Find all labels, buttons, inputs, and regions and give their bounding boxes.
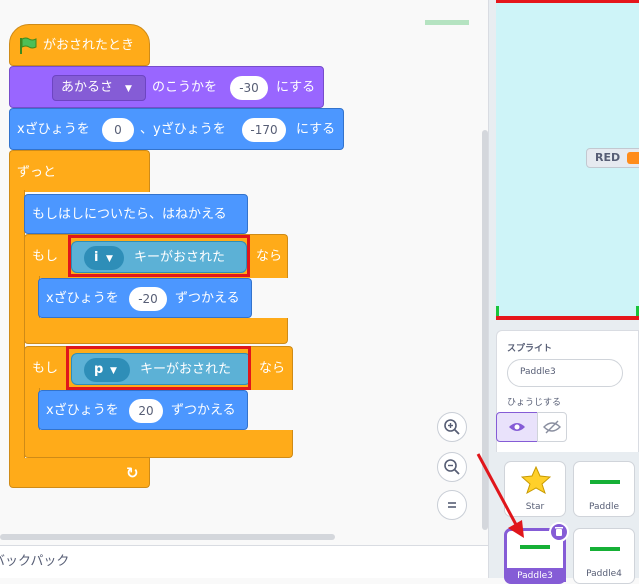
bounce-on-edge-block[interactable]: もしはしについたら、はねかえる	[24, 194, 248, 234]
eye-icon	[509, 423, 525, 431]
goto-y-input[interactable]: -170	[242, 118, 286, 142]
equals-icon	[448, 502, 456, 508]
forever-arm	[9, 190, 25, 460]
loop-arrow-icon: ↻	[126, 464, 139, 482]
change-x-block-2[interactable]: xざひょうを 20 ずつかえる	[38, 390, 248, 430]
delete-sprite-button[interactable]	[549, 522, 569, 542]
sprite-card-paddle[interactable]: Paddle	[573, 461, 635, 517]
effect-dropdown[interactable]: あかるさ ▼	[52, 75, 146, 101]
forever-foot: ↻	[9, 458, 150, 488]
paddle-costume-icon	[590, 547, 620, 551]
if2-then-label: なら	[259, 361, 286, 376]
if1-then-label: なら	[256, 249, 283, 264]
paddle-costume-icon	[520, 545, 550, 549]
effect-value-input[interactable]: -30	[230, 76, 268, 100]
sprite-name-paddle3: Paddle3	[517, 571, 553, 581]
eye-off-icon	[543, 420, 561, 434]
if1-label: もし	[32, 249, 59, 264]
change-x-input-2[interactable]: 20	[129, 399, 163, 423]
forever-label: ずっと	[17, 165, 57, 180]
zoom-out-icon	[444, 459, 460, 475]
goto-suffix-label: にする	[296, 122, 336, 137]
drag-indicator	[425, 20, 469, 25]
zoom-in-icon	[444, 419, 460, 435]
bounce-label: もしはしについたら、はねかえる	[32, 207, 227, 222]
goto-x-input[interactable]: 0	[102, 118, 134, 142]
chevron-down-icon: ▼	[125, 84, 132, 94]
trash-icon	[555, 527, 563, 536]
goto-y-label: 、yざひょうを	[140, 122, 226, 137]
goto-x-label: xざひょうを	[17, 122, 90, 137]
top-red-edge	[496, 0, 639, 3]
variable-monitor[interactable]: RED	[586, 148, 639, 168]
change-x-label-1: xざひょうを	[46, 291, 119, 306]
if1-foot	[24, 318, 288, 344]
annotation-arrow	[476, 453, 524, 538]
hat-label: がおされたとき	[43, 38, 135, 53]
sprite-name-input[interactable]: Paddle3	[507, 359, 623, 387]
green-flag-icon	[18, 37, 38, 59]
set-effect-block[interactable]: あかるさ ▼ のこうかを -30 にする	[9, 66, 324, 108]
zoom-out-button[interactable]	[437, 452, 467, 482]
sprite-card-paddle4[interactable]: Paddle4	[573, 528, 635, 584]
paddle-left-marker	[496, 306, 499, 316]
show-button[interactable]	[496, 412, 538, 442]
paddle-costume-icon	[590, 480, 620, 484]
highlight-box-1	[68, 235, 250, 277]
effect-middle-label: のこうかを	[152, 80, 218, 95]
backpack-bar[interactable]: バックパック	[0, 545, 488, 578]
forever-block[interactable]: ずっと	[9, 150, 150, 192]
show-label: ひょうじする	[507, 398, 562, 408]
code-area[interactable]: がおされたとき あかるさ ▼ のこうかを -30 にする xざひょうを 0 、y…	[0, 0, 488, 545]
backpack-label: バックパック	[0, 554, 70, 569]
if2-label: もし	[32, 361, 59, 376]
sprite-name-value: Paddle3	[520, 367, 556, 377]
change-x-input-1[interactable]: -20	[129, 287, 167, 311]
change-x-label-2: xざひょうを	[46, 403, 119, 418]
change-x-suffix-2: ずつかえる	[171, 403, 236, 418]
variable-name: RED	[595, 151, 621, 164]
highlight-box-2	[66, 346, 251, 390]
bottom-red-edge	[496, 316, 639, 320]
sprite-name-paddle: Paddle	[588, 502, 619, 512]
zoom-reset-button[interactable]	[437, 490, 467, 520]
change-x-block-1[interactable]: xざひょうを -20 ずつかえる	[38, 278, 252, 318]
sprite-title: スプライト	[507, 344, 553, 354]
if2-foot	[24, 430, 293, 458]
hide-button[interactable]	[537, 412, 567, 442]
when-flag-clicked-block[interactable]: がおされたとき	[9, 24, 150, 66]
change-x-suffix-1: ずつかえる	[175, 291, 240, 306]
variable-value-swatch	[627, 152, 639, 164]
horizontal-scrollbar[interactable]	[0, 534, 335, 540]
sprite-info-panel: スプライト Paddle3 ひょうじする	[496, 330, 639, 458]
effect-suffix-label: にする	[276, 80, 316, 95]
zoom-in-button[interactable]	[437, 412, 467, 442]
effect-dropdown-label: あかるさ	[61, 80, 114, 95]
goto-xy-block[interactable]: xざひょうを 0 、yざひょうを -170 にする	[9, 108, 344, 150]
